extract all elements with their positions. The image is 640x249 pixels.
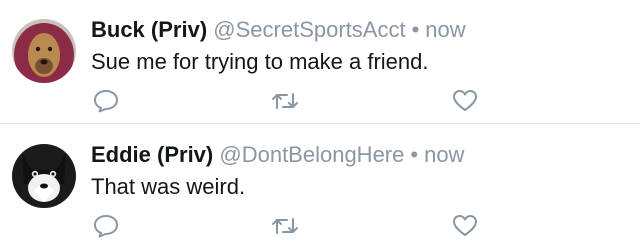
retweet-icon	[272, 218, 298, 234]
timestamp: now	[424, 142, 465, 167]
timestamp: now	[425, 17, 466, 42]
cat-avatar-icon	[12, 144, 76, 208]
reply-icon	[94, 90, 118, 113]
separator-dot: •	[411, 17, 420, 42]
tweet-text: That was weird.	[91, 174, 246, 199]
user-handle[interactable]: @SecretSportsAcct	[213, 17, 405, 42]
tweet[interactable]: Buck (Priv) @SecretSportsAcct • now Sue me…	[0, 0, 640, 124]
reply-button[interactable]	[91, 211, 121, 241]
tweet-text: Sue me for trying to make a friend.	[91, 49, 429, 74]
retweet-button[interactable]	[270, 86, 300, 116]
avatar[interactable]	[12, 144, 76, 208]
user-handle[interactable]: @DontBelongHere	[219, 142, 404, 167]
user-name[interactable]: Eddie (Priv)	[91, 142, 213, 167]
heart-icon	[453, 215, 477, 236]
dog-avatar-icon	[12, 19, 76, 83]
user-name[interactable]: Buck (Priv)	[91, 17, 207, 42]
like-button[interactable]	[450, 86, 480, 116]
like-button[interactable]	[450, 211, 480, 241]
avatar[interactable]	[12, 19, 76, 83]
tweet[interactable]: Eddie (Priv) @DontBelongHere • now That wa…	[0, 125, 640, 249]
heart-icon	[453, 90, 477, 111]
reply-icon	[94, 215, 118, 238]
reply-button[interactable]	[91, 86, 121, 116]
separator-dot: •	[410, 142, 419, 167]
retweet-button[interactable]	[270, 211, 300, 241]
retweet-icon	[272, 93, 298, 109]
